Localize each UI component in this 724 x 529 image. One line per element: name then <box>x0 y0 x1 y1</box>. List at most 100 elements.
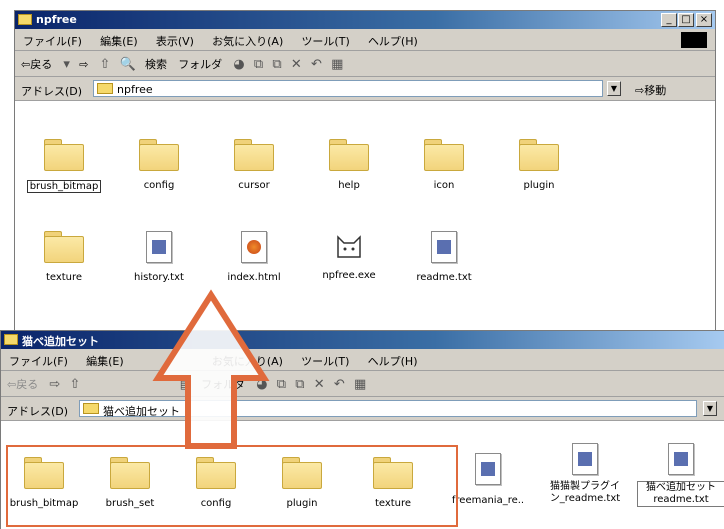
item-label: history.txt <box>134 272 184 283</box>
folder-item[interactable]: help <box>306 139 392 191</box>
up-folder-icon[interactable]: ⇧ <box>70 377 81 392</box>
address-bar: アドレス(D) 猫べ追加セット ▼ <box>1 397 724 421</box>
search-button[interactable]: 検索 <box>145 56 167 72</box>
menu-edit[interactable]: 編集(E) <box>100 33 138 49</box>
folder-item[interactable]: plugin <box>496 139 582 191</box>
undo-icon[interactable]: ↶ <box>334 377 345 392</box>
forward-icon[interactable]: ⇨ <box>49 377 60 392</box>
folder-icon <box>234 139 274 171</box>
copy-to-icon[interactable]: ⧉ <box>295 377 304 392</box>
item-label: help <box>338 180 360 191</box>
folders-button[interactable]: フォルダ <box>178 56 222 72</box>
menu-tools[interactable]: ツール(T) <box>301 353 349 369</box>
dropdown-icon[interactable]: ▾ <box>63 57 70 72</box>
views-icon[interactable]: ▦ <box>331 57 343 72</box>
title-bar[interactable]: npfree _ □ × <box>15 11 715 29</box>
menu-help[interactable]: ヘルプ(H) <box>368 33 418 49</box>
menu-tools[interactable]: ツール(T) <box>301 33 349 49</box>
menu-edit[interactable]: 編集(E) <box>86 353 124 369</box>
folders-button[interactable]: フォルダ <box>201 376 245 392</box>
item-label: 猫猫製プラグイ ン_readme.txt <box>549 481 621 504</box>
folders-icon: ▤ <box>179 376 192 392</box>
address-value: npfree <box>117 83 153 96</box>
address-label: アドレス(D) <box>21 85 83 98</box>
item-label: cursor <box>238 180 270 191</box>
go-label: 移動 <box>644 84 667 97</box>
windows-logo-icon <box>681 32 707 48</box>
history-icon[interactable]: ◕ <box>256 377 267 392</box>
menu-file[interactable]: ファイル(F) <box>23 33 82 49</box>
address-label: アドレス(D) <box>7 405 69 418</box>
undo-icon[interactable]: ↶ <box>311 57 322 72</box>
file-item[interactable]: readme.txt <box>401 231 487 283</box>
title-bar[interactable]: 猫べ追加セット <box>1 331 724 349</box>
menu-bar: ファイル(F) 編集(E) 表示(V) お気に入り(A) ツール(T) ヘルプ(… <box>15 29 715 51</box>
file-item[interactable]: freemania_re.. <box>448 453 528 506</box>
menu-bar: ファイル(F) 編集(E) お気に入り(A) ツール(T) ヘルプ(H) <box>1 349 724 371</box>
toolbar: ⇦戻る ▾ ⇨ ⇧ 🔍 検索 フォルダ ◕ ⧉ ⧉ ✕ ↶ ▦ <box>15 51 715 77</box>
folder-icon <box>97 83 113 94</box>
item-label: icon <box>433 180 455 191</box>
views-icon[interactable]: ▦ <box>354 377 366 392</box>
menu-favorites[interactable]: お気に入り(A) <box>212 33 283 49</box>
text-file-icon <box>431 231 457 263</box>
menu-favorites[interactable]: お気に入り(A) <box>212 353 283 369</box>
move-to-icon[interactable]: ⧉ <box>277 377 286 392</box>
address-input[interactable]: 猫べ追加セット <box>79 400 697 418</box>
window-title: 猫べ追加セット <box>22 335 99 348</box>
address-input[interactable]: npfree <box>93 80 603 97</box>
copy-to-icon[interactable]: ⧉ <box>272 57 281 72</box>
search-icon: 🔍 <box>119 56 136 72</box>
folder-icon <box>4 334 18 345</box>
delete-icon[interactable]: ✕ <box>314 377 325 392</box>
cat-app-icon <box>337 235 361 258</box>
menu-file[interactable]: ファイル(F) <box>9 353 68 369</box>
menu-help[interactable]: ヘルプ(H) <box>368 353 418 369</box>
delete-icon[interactable]: ✕ <box>291 57 302 72</box>
address-dropdown-button[interactable]: ▼ <box>607 81 621 96</box>
file-item[interactable]: 猫猫製プラグイ ン_readme.txt <box>537 443 633 505</box>
folder-icon <box>18 14 32 25</box>
text-file-icon <box>668 443 694 475</box>
move-to-icon[interactable]: ⧉ <box>254 57 263 72</box>
folder-item[interactable]: icon <box>401 139 487 191</box>
folder-icon <box>139 139 179 171</box>
window-title: npfree <box>36 13 77 26</box>
folder-item[interactable]: cursor <box>211 139 297 191</box>
text-file-icon <box>572 443 598 475</box>
text-file-icon <box>475 453 501 485</box>
go-button[interactable]: ⇨移動 <box>635 82 666 98</box>
item-label: plugin <box>523 180 555 191</box>
address-dropdown-button[interactable]: ▼ <box>703 401 717 416</box>
address-value: 猫べ追加セット <box>103 405 180 418</box>
item-label: npfree.exe <box>322 270 376 281</box>
back-button[interactable]: ⇦戻る <box>7 376 38 392</box>
folder-item[interactable]: texture <box>21 231 107 283</box>
back-button[interactable]: ⇦戻る <box>21 56 52 72</box>
folder-icon <box>83 403 99 414</box>
folder-icon <box>329 139 369 171</box>
folder-item[interactable]: brush_bitmap <box>21 139 107 193</box>
file-item[interactable]: index.html <box>211 231 297 283</box>
text-file-icon <box>146 231 172 263</box>
folder-icon <box>519 139 559 171</box>
file-item[interactable]: 猫べ追加セット readme.txt <box>637 443 724 507</box>
selection-highlight-box <box>6 445 458 527</box>
folder-icon <box>424 139 464 171</box>
up-folder-icon[interactable]: ⇧ <box>100 57 111 72</box>
top-explorer-window: npfree _ □ × ファイル(F) 編集(E) 表示(V) お気に入り(A… <box>14 10 716 340</box>
maximize-button[interactable]: □ <box>678 13 694 27</box>
folder-item[interactable]: config <box>116 139 202 191</box>
item-label: 猫べ追加セット readme.txt <box>637 481 724 507</box>
file-list: brush_bitmap config cursor help icon plu… <box>15 101 715 339</box>
minimize-button[interactable]: _ <box>661 13 677 27</box>
forward-button[interactable]: ⇨ <box>79 58 88 71</box>
close-button[interactable]: × <box>696 13 712 27</box>
item-label: readme.txt <box>416 272 472 283</box>
file-item[interactable]: history.txt <box>116 231 202 283</box>
file-item[interactable]: npfree.exe <box>306 231 392 281</box>
item-label: brush_bitmap <box>26 180 102 193</box>
menu-view[interactable]: 表示(V) <box>156 33 194 49</box>
folder-icon <box>44 139 84 171</box>
history-icon[interactable]: ◕ <box>233 57 244 72</box>
